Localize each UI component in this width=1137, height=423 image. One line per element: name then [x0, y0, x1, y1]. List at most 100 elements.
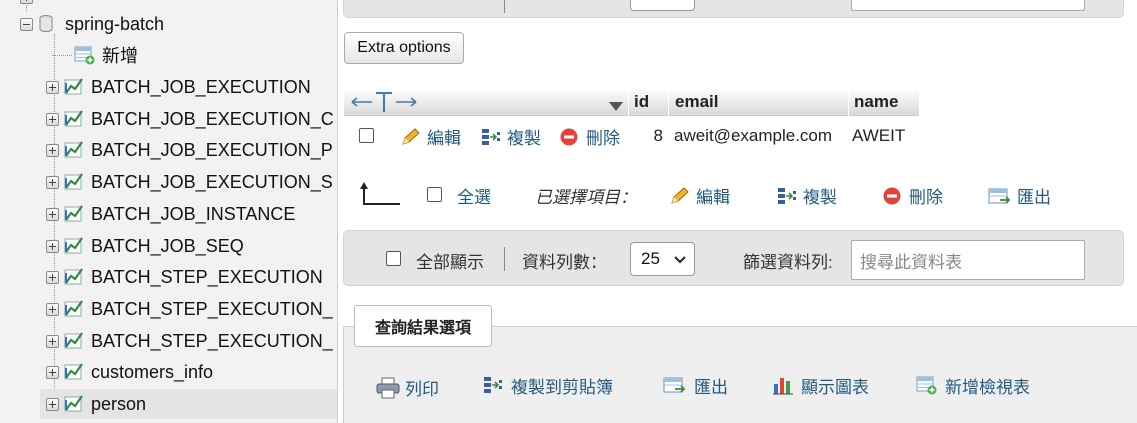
row-delete-link[interactable]: 刪除: [559, 124, 620, 149]
selected-export-button[interactable]: 匯出: [988, 183, 1051, 208]
display-chart-button[interactable]: 顯示圖表: [752, 366, 887, 404]
column-header-name[interactable]: name: [848, 88, 919, 116]
extra-options-button[interactable]: Extra options: [344, 32, 464, 64]
sort-dropdown-icon[interactable]: [608, 97, 624, 117]
copy-row-icon: [482, 128, 500, 145]
tree-table-label[interactable]: BATCH_JOB_EXECUTION_C: [91, 109, 334, 130]
arrow-up-left-icon: [360, 180, 402, 213]
row-edit-link[interactable]: 編輯: [400, 124, 461, 149]
table-icon: [63, 109, 85, 129]
tree-db-spring-batch[interactable]: spring-batch: [20, 9, 164, 39]
delete-icon: [560, 128, 578, 145]
column-header-id[interactable]: id: [628, 88, 668, 116]
filter-rows-label: 篩選資料列:: [743, 253, 833, 272]
with-selected-label: 已選擇項目：: [535, 188, 637, 207]
expand-icon[interactable]: [46, 143, 59, 157]
tree-table-item[interactable]: BATCH_STEP_EXECUTION_: [46, 326, 333, 356]
show-all-label[interactable]: 全部顯示: [416, 248, 484, 273]
tree-table-item[interactable]: BATCH_JOB_EXECUTION_P: [46, 135, 333, 165]
export-icon: [663, 377, 686, 393]
tree-table-item[interactable]: BATCH_JOB_EXECUTION_S: [46, 167, 333, 197]
query-results-legend: 查詢結果選項: [354, 305, 492, 347]
expand-icon[interactable]: [46, 80, 59, 94]
tree-table-label[interactable]: BATCH_JOB_EXECUTION: [91, 77, 311, 98]
delete-icon: [883, 187, 901, 204]
tree-table-item[interactable]: BATCH_JOB_EXECUTION_C: [46, 104, 334, 134]
expand-icon[interactable]: [46, 239, 59, 253]
collapse-icon[interactable]: [20, 17, 33, 31]
pencil-icon: [671, 186, 689, 204]
selected-copy-button[interactable]: 複製: [776, 183, 837, 208]
expand-icon[interactable]: [46, 207, 59, 221]
column-header-email[interactable]: email: [668, 88, 848, 116]
copy-icon: [484, 377, 502, 393]
copy-to-clipboard-button[interactable]: 複製到剪貼簿: [462, 366, 631, 404]
navigation-panel: spring-batch 新增 BATCH_JOB_EXECUTION BATCH…: [0, 0, 338, 423]
database-icon: [37, 14, 59, 34]
export-icon: [988, 188, 1011, 204]
expand-icon[interactable]: [46, 302, 59, 316]
table-icon: [63, 140, 85, 160]
copy-row-icon: [778, 187, 796, 204]
filter-input-cut[interactable]: [851, 0, 1085, 11]
tree-table-label[interactable]: BATCH_STEP_EXECUTION_: [91, 331, 333, 352]
check-all-checkbox[interactable]: [427, 187, 442, 202]
print-link[interactable]: 列印: [376, 375, 439, 400]
filter-rows-input[interactable]: 搜尋此資料表: [851, 240, 1085, 280]
tree-table-item[interactable]: customers_info: [46, 357, 213, 387]
expand-icon[interactable]: [46, 334, 59, 348]
row-checkbox[interactable]: [359, 128, 374, 143]
tree-table-item[interactable]: BATCH_STEP_EXECUTION_: [46, 294, 333, 324]
tree-table-label[interactable]: customers_info: [91, 362, 213, 383]
cell-id[interactable]: 8: [643, 126, 663, 146]
tree-table-item[interactable]: BATCH_STEP_EXECUTION: [46, 262, 323, 292]
expand-icon[interactable]: [46, 270, 59, 284]
table-icon: [63, 77, 85, 97]
table-nav-bar: 全部顯示 資料列數： 25 篩選資料列: 搜尋此資料表: [343, 230, 1124, 286]
new-table-icon: [74, 45, 96, 65]
tree-table-label[interactable]: BATCH_JOB_SEQ: [91, 236, 244, 257]
tree-table-item[interactable]: BATCH_JOB_EXECUTION: [46, 72, 311, 102]
tree-table-item[interactable]: BATCH_JOB_SEQ: [46, 231, 244, 261]
tree-table-label[interactable]: BATCH_STEP_EXECUTION: [91, 267, 323, 288]
expand-icon[interactable]: [20, 0, 33, 4]
table-icon: [63, 299, 85, 319]
main-content: Extra options id email name 編輯 複製 刪除 8 a…: [343, 0, 1137, 423]
tree-new-label[interactable]: 新增: [102, 42, 138, 68]
expand-icon[interactable]: [46, 175, 59, 189]
table-icon: [63, 394, 85, 414]
tree-table-item[interactable]: BATCH_JOB_INSTANCE: [46, 199, 295, 229]
tree-table-item[interactable]: person: [40, 389, 337, 419]
rows-count-label: 資料列數：: [522, 253, 607, 272]
create-view-icon: [916, 376, 937, 395]
column-resize-arrows-icon[interactable]: [350, 90, 418, 119]
tree-db-label[interactable]: spring-batch: [65, 14, 164, 35]
create-view-button[interactable]: 新增檢視表: [896, 366, 1048, 404]
row-copy-link[interactable]: 複製: [480, 124, 541, 149]
export-button[interactable]: 匯出: [643, 366, 746, 404]
selected-delete-button[interactable]: 刪除: [882, 183, 943, 208]
expand-icon[interactable]: [46, 112, 59, 126]
expand-icon[interactable]: [46, 397, 59, 411]
show-all-checkbox[interactable]: [386, 251, 401, 266]
printer-icon: [376, 377, 400, 398]
table-icon: [63, 236, 85, 256]
tree-table-label[interactable]: BATCH_JOB_EXECUTION_P: [91, 140, 333, 161]
selected-edit-button[interactable]: 編輯: [669, 183, 730, 208]
tree-new-table[interactable]: 新增: [52, 40, 138, 70]
rows-count-select[interactable]: 25: [630, 242, 695, 276]
tree-table-label[interactable]: person: [91, 394, 146, 415]
table-icon: [63, 331, 85, 351]
check-all-label[interactable]: 全選: [457, 183, 491, 208]
cell-email[interactable]: aweit@example.com: [674, 126, 832, 146]
top-nav-bar-cut: [343, 0, 1124, 18]
nav-separator: [504, 247, 505, 271]
table-icon: [63, 267, 85, 287]
tree-table-label[interactable]: BATCH_JOB_INSTANCE: [91, 204, 295, 225]
expand-icon[interactable]: [46, 365, 59, 379]
cell-name[interactable]: AWEIT: [852, 126, 905, 146]
tree-table-label[interactable]: BATCH_JOB_EXECUTION_S: [91, 172, 333, 193]
tree-table-label[interactable]: BATCH_STEP_EXECUTION_: [91, 299, 333, 320]
table-icon: [63, 362, 85, 382]
rows-select-cut[interactable]: [630, 0, 695, 11]
